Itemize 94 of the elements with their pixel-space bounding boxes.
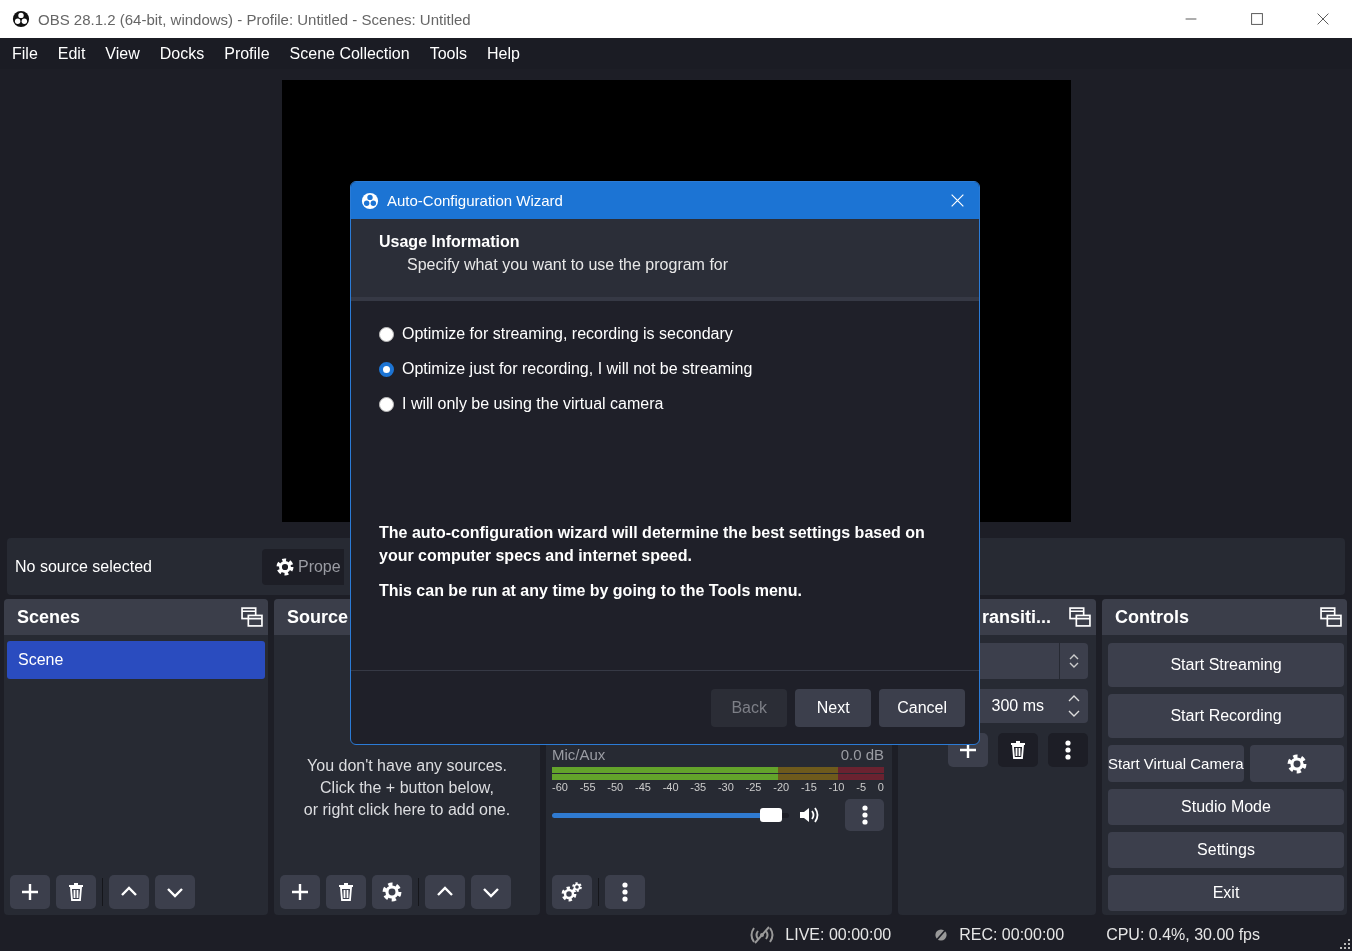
meter-tick-label: -55 <box>579 781 596 793</box>
menu-item[interactable]: Edit <box>47 44 96 63</box>
advanced-audio-button[interactable] <box>552 875 592 909</box>
meter-tick-label: -20 <box>773 781 790 793</box>
gear-icon <box>275 557 294 576</box>
meter-tick-label: 0 <box>877 781 884 793</box>
dialog-button[interactable]: Cancel <box>879 688 965 727</box>
move-down-button[interactable] <box>471 875 511 909</box>
remove-button[interactable] <box>998 733 1038 767</box>
control-button[interactable]: Start Virtual Camera <box>1108 745 1244 782</box>
maximize-icon[interactable] <box>1251 13 1263 25</box>
dialog-title: Auto-Configuration Wizard <box>387 192 564 209</box>
close-icon[interactable] <box>1317 13 1329 25</box>
remove-button[interactable] <box>326 875 366 909</box>
remove-button[interactable] <box>56 875 96 909</box>
undock-icon[interactable] <box>1320 607 1342 627</box>
speaker-icon[interactable] <box>797 805 820 825</box>
add-button[interactable] <box>10 875 50 909</box>
settings-button[interactable] <box>372 875 412 909</box>
control-button[interactable]: Settings <box>1108 832 1344 868</box>
info-text: The auto-configuration wizard will determine the best settings based on your computer specs and internet speed. <box>379 523 926 566</box>
control-button[interactable]: Start Recording <box>1108 694 1344 738</box>
meter-tick-label: -15 <box>800 781 817 793</box>
control-button[interactable]: Studio Mode <box>1108 789 1344 825</box>
meter-tick-label: -35 <box>690 781 707 793</box>
undock-icon[interactable] <box>1069 607 1091 627</box>
obs-logo-icon <box>12 10 30 28</box>
more-button[interactable] <box>845 799 884 831</box>
obs-logo-icon <box>361 191 379 210</box>
dock-title: Controls <box>1115 606 1189 628</box>
channel-reading: 0.0 dB <box>840 747 884 763</box>
plus-icon <box>290 882 310 902</box>
option-label[interactable]: Optimize for streaming, recording is secondary <box>402 325 733 343</box>
dialog-button[interactable]: Next <box>795 688 872 727</box>
channel-name: Mic/Aux <box>552 747 606 763</box>
add-button[interactable] <box>280 875 320 909</box>
cpu-status: CPU: 0.4%, 30.00 fps <box>1106 925 1260 944</box>
meter-tick-label: -25 <box>745 781 762 793</box>
meter-tick-label: -30 <box>717 781 734 793</box>
undock-icon[interactable] <box>241 607 263 627</box>
spin-arrows-icon <box>1068 695 1080 717</box>
option-label[interactable]: I will only be using the virtual camera <box>402 395 664 413</box>
menu-item[interactable]: View <box>95 44 150 63</box>
trash-icon <box>336 882 356 902</box>
page-subheading: Specify what you want to use the program for <box>407 256 730 274</box>
resize-grip-icon[interactable] <box>1340 939 1350 949</box>
meter-tick-label: -5 <box>856 781 866 793</box>
move-down-button[interactable] <box>155 875 195 909</box>
meter-tick-label: -60 <box>552 781 568 793</box>
plus-icon <box>20 882 40 902</box>
dock-title: Source <box>287 606 349 628</box>
page-heading: Usage Information <box>379 233 521 251</box>
info-text: This can be run at any time by going to the Tools menu. <box>379 581 803 601</box>
menu-item[interactable]: Tools <box>419 44 477 63</box>
properties-button[interactable]: Prope <box>261 548 344 585</box>
menu-item[interactable]: File <box>2 44 48 63</box>
dock-title: ransiti... <box>982 606 1052 628</box>
source-status: No source selected <box>15 557 152 576</box>
menu-item[interactable]: Docks <box>149 44 215 63</box>
more-icon <box>621 881 629 903</box>
meter-tick-label: -45 <box>634 781 651 793</box>
settings-button[interactable] <box>1249 745 1344 782</box>
gears-icon <box>561 882 583 902</box>
scene-item[interactable]: Scene <box>7 641 265 679</box>
menu-item[interactable]: Help <box>477 44 530 63</box>
window-title: OBS 28.1.2 (64-bit, windows) - Profile: Untitled - Scenes: Untitled <box>38 10 472 28</box>
empty-message: You don't have any sources. Click the + button below, or right click here to add one. <box>302 756 512 820</box>
gear-icon <box>1286 753 1307 774</box>
more-icon <box>860 804 869 826</box>
live-timer: LIVE: 00:00:00 <box>785 925 892 944</box>
option-label[interactable]: Optimize just for recording, I will not be streaming <box>402 360 753 378</box>
stream-off-icon <box>749 924 776 945</box>
more-button[interactable] <box>605 875 645 909</box>
trash-icon <box>1008 740 1028 760</box>
move-up-button[interactable] <box>109 875 149 909</box>
move-up-button[interactable] <box>425 875 465 909</box>
radio-button[interactable] <box>379 396 394 412</box>
spin-arrows-icon <box>1069 653 1079 669</box>
radio-button[interactable] <box>379 326 394 342</box>
menu-item[interactable]: Scene Collection <box>279 44 420 63</box>
gear-icon <box>382 882 402 902</box>
menu-item[interactable]: Profile <box>214 44 280 63</box>
more-icon <box>1064 739 1072 761</box>
meter-tick-label: -40 <box>662 781 679 793</box>
rec-timer: REC: 00:00:00 <box>959 925 1065 944</box>
meter-tick-label: -10 <box>828 781 845 793</box>
meter-tick-label: -50 <box>607 781 624 793</box>
more-button[interactable] <box>1048 733 1088 767</box>
radio-button[interactable] <box>379 361 394 377</box>
control-button[interactable]: Exit <box>1108 875 1344 911</box>
trash-icon <box>66 882 86 902</box>
control-button[interactable]: Start Streaming <box>1108 643 1344 687</box>
dock-title: Scenes <box>17 606 81 628</box>
volume-slider[interactable] <box>552 808 790 822</box>
